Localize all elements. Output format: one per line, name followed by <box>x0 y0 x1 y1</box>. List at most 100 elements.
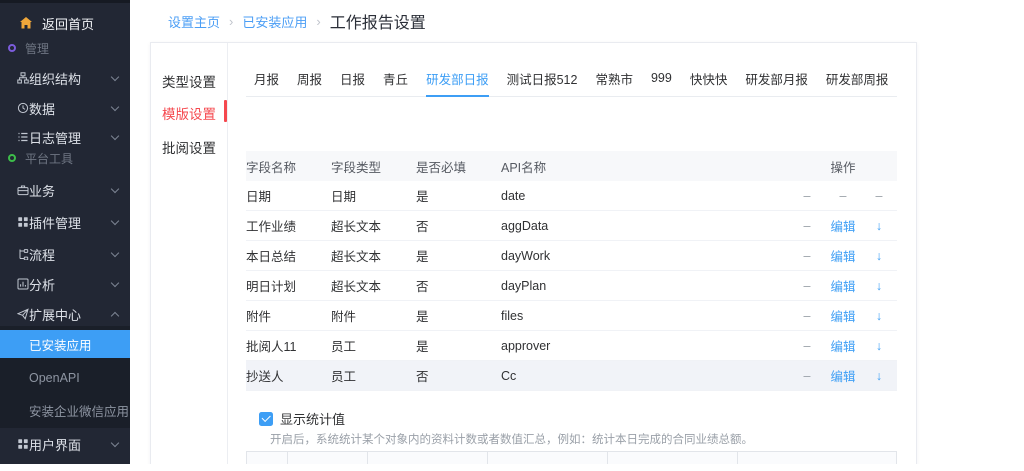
sidebar-item-org-structure[interactable]: 组织结构 <box>0 64 130 92</box>
action-dash: – <box>789 369 825 383</box>
table-row-reviewer: 批阅人11 员工 是 approver – 编辑 ↓ <box>246 331 897 361</box>
action-dash: – <box>789 219 825 233</box>
chevron-down-icon <box>111 185 119 193</box>
move-down-icon[interactable]: ↓ <box>861 369 897 383</box>
show-stats-description: 开启后，系统统计某个对象内的资料计数或者数值汇总，例如：统计本日完成的合同业绩总… <box>270 431 753 447</box>
edit-link[interactable]: 编辑 <box>825 366 861 385</box>
action-dash: – <box>861 189 897 203</box>
edit-link[interactable]: 编辑 <box>825 306 861 325</box>
stats-table-fragment <box>246 451 897 464</box>
show-stats-row: 显示统计值 <box>259 409 345 428</box>
edit-link[interactable]: 编辑 <box>825 216 861 235</box>
move-down-icon[interactable]: ↓ <box>861 339 897 353</box>
breadcrumb-settings-home[interactable]: 设置主页 <box>168 12 220 31</box>
green-dot-icon <box>8 154 16 162</box>
chevron-down-icon <box>111 217 119 225</box>
table-row-tomorrow-plan: 明日计划 超长文本 否 dayPlan – 编辑 ↓ <box>246 271 897 301</box>
chevron-up-icon <box>111 311 119 319</box>
tab-monthly-report[interactable]: 月报 <box>254 61 279 97</box>
action-dash: – <box>825 189 861 203</box>
header-field-name: 字段名称 <box>246 157 331 176</box>
tab-rd-monthly-report[interactable]: 研发部月报 <box>745 61 808 97</box>
app-window: 返回首页 管理 组织结构 数据 日志管理 <box>0 0 1024 471</box>
sidebar-item-openapi[interactable]: OpenAPI <box>0 364 130 392</box>
plugin-grid-icon <box>17 216 29 228</box>
show-stats-label: 显示统计值 <box>280 409 345 428</box>
sidebar-item-user-interface[interactable]: 用户界面 <box>0 430 130 458</box>
vertical-divider <box>227 43 228 464</box>
edit-link[interactable]: 编辑 <box>825 246 861 265</box>
edit-link[interactable]: 编辑 <box>825 336 861 355</box>
home-icon <box>19 16 33 30</box>
move-down-icon[interactable]: ↓ <box>861 249 897 263</box>
sidebar-item-data[interactable]: 数据 <box>0 94 130 122</box>
settings-card: 类型设置 模版设置 批阅设置 月报 周报 日报 青丘 研发部日报 测试日报512… <box>150 42 917 464</box>
chevron-down-icon <box>111 103 119 111</box>
header-actions: 操作 <box>789 157 897 176</box>
breadcrumb-separator-icon: › <box>229 14 233 29</box>
tab-rd-weekly-report[interactable]: 研发部周报 <box>826 61 889 97</box>
send-icon <box>17 308 29 320</box>
sidebar-item-business[interactable]: 业务 <box>0 176 130 204</box>
sidebar-item-extension-center[interactable]: 扩展中心 <box>0 300 130 328</box>
sidebar: 返回首页 管理 组织结构 数据 日志管理 <box>0 0 130 464</box>
breadcrumb-separator-icon: › <box>316 14 320 29</box>
extension-center-submenu: 已安装应用 OpenAPI 安装企业微信应用 <box>0 326 130 428</box>
sidebar-item-plugin-management[interactable]: 插件管理 <box>0 208 130 236</box>
chart-icon <box>17 278 29 290</box>
menu-review-settings[interactable]: 批阅设置 <box>151 137 227 157</box>
back-to-home-label: 返回首页 <box>42 14 94 33</box>
tab-kuaikuaikuai[interactable]: 快快快 <box>690 61 728 97</box>
clock-icon <box>17 102 29 114</box>
tab-changshu[interactable]: 常熟市 <box>595 61 633 97</box>
flow-icon <box>17 248 29 260</box>
sidebar-item-installed-apps[interactable]: 已安装应用 <box>0 330 130 358</box>
chevron-down-icon <box>111 73 119 81</box>
sidebar-item-analytics[interactable]: 分析 <box>0 270 130 298</box>
action-dash: – <box>789 309 825 323</box>
menu-template-settings[interactable]: 模版设置 <box>151 103 227 123</box>
purple-dot-icon <box>8 44 16 52</box>
sidebar-item-install-wecom-app[interactable]: 安装企业微信应用 <box>0 396 130 424</box>
move-down-icon[interactable]: ↓ <box>861 219 897 233</box>
action-dash: – <box>789 249 825 263</box>
report-tabs: 月报 周报 日报 青丘 研发部日报 测试日报512 常熟市 999 快快快 研发… <box>246 61 897 97</box>
chevron-down-icon <box>111 279 119 287</box>
table-row-work-performance: 工作业绩 超长文本 否 aggData – 编辑 ↓ <box>246 211 897 241</box>
chevron-down-icon <box>111 439 119 447</box>
sidebar-section-platform-tools: 平台工具 <box>0 144 130 172</box>
chevron-down-icon <box>111 132 119 140</box>
header-api-name: API名称 <box>501 157 789 176</box>
move-down-icon[interactable]: ↓ <box>861 309 897 323</box>
table-header-row: 字段名称 字段类型 是否必填 API名称 操作 <box>246 151 897 181</box>
header-field-type: 字段类型 <box>331 157 416 176</box>
action-dash: – <box>789 189 825 203</box>
tab-weekly-report[interactable]: 周报 <box>297 61 322 97</box>
action-dash: – <box>789 279 825 293</box>
fields-table: 字段名称 字段类型 是否必填 API名称 操作 日期 日期 是 date – –… <box>246 151 897 391</box>
tab-rd-daily-report[interactable]: 研发部日报 <box>426 61 489 97</box>
briefcase-icon <box>17 184 29 196</box>
grid-icon <box>17 438 29 450</box>
edit-link[interactable]: 编辑 <box>825 276 861 295</box>
page-title: 工作报告设置 <box>330 9 426 33</box>
breadcrumb-installed-apps[interactable]: 已安装应用 <box>242 12 307 31</box>
menu-type-settings[interactable]: 类型设置 <box>151 71 227 91</box>
table-row-today-summary: 本日总结 超长文本 是 dayWork – 编辑 ↓ <box>246 241 897 271</box>
move-down-icon[interactable]: ↓ <box>861 279 897 293</box>
tab-qingqiu[interactable]: 青丘 <box>383 61 408 97</box>
chevron-down-icon <box>111 249 119 257</box>
sidebar-section-admin: 管理 <box>0 34 130 62</box>
tab-999[interactable]: 999 <box>651 61 672 97</box>
tab-daily-report[interactable]: 日报 <box>340 61 365 97</box>
show-stats-checkbox[interactable] <box>259 412 273 426</box>
sidebar-item-workflow[interactable]: 流程 <box>0 240 130 268</box>
table-row-date: 日期 日期 是 date – – – <box>246 181 897 211</box>
tab-test-daily-512[interactable]: 测试日报512 <box>507 61 578 97</box>
list-icon <box>17 131 29 143</box>
main-area: 设置主页 › 已安装应用 › 工作报告设置 类型设置 模版设置 批阅设置 月报 … <box>130 0 1024 464</box>
table-row-cc: 抄送人 员工 否 Cc – 编辑 ↓ <box>246 361 897 391</box>
action-dash: – <box>789 339 825 353</box>
table-row-attachment: 附件 附件 是 files – 编辑 ↓ <box>246 301 897 331</box>
header-required: 是否必填 <box>416 157 501 176</box>
